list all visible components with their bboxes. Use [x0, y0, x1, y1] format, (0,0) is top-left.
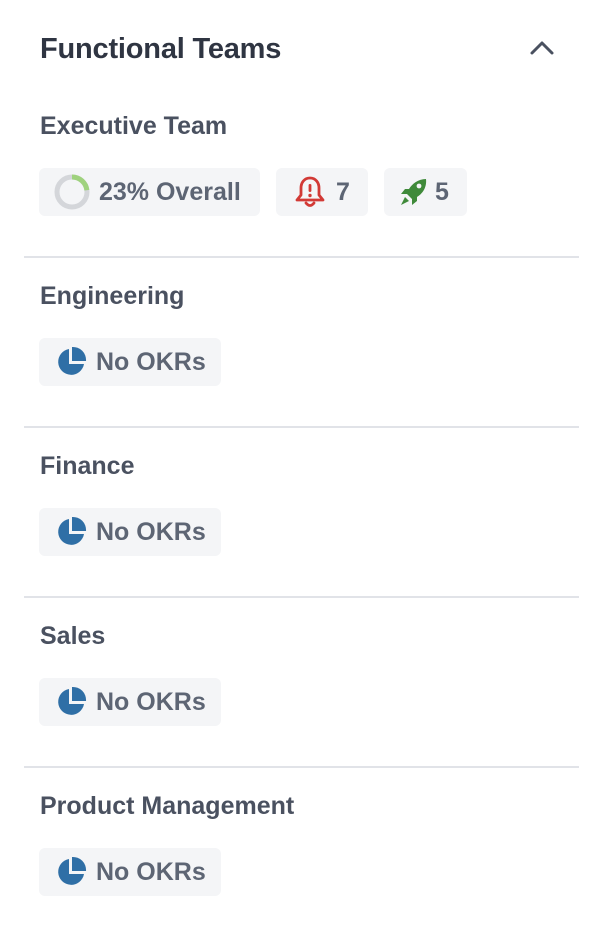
alerts-count: 7 — [336, 178, 350, 206]
no-okrs-label: No OKRs — [96, 688, 206, 716]
panel-header: Functional Teams — [40, 30, 560, 70]
team-finance: Finance No OKRs — [24, 450, 579, 560]
pie-chart-icon — [58, 516, 87, 545]
pie-chart-icon — [58, 346, 87, 375]
collapse-button[interactable] — [522, 32, 560, 66]
team-executive: Executive Team 23% Overall 7 5 — [24, 110, 579, 220]
team-engineering: Engineering No OKRs — [24, 280, 579, 390]
no-okrs-chip[interactable]: No OKRs — [39, 848, 221, 896]
overall-progress-label: 23% Overall — [99, 178, 241, 206]
chevron-up-icon — [530, 41, 554, 55]
no-okrs-chip[interactable]: No OKRs — [39, 678, 221, 726]
team-name: Sales — [40, 622, 106, 650]
team-sales: Sales No OKRs — [24, 620, 579, 730]
alert-bell-icon — [295, 176, 325, 207]
team-name: Executive Team — [40, 112, 228, 140]
team-name: Product Management — [40, 792, 295, 820]
panel-title: Functional Teams — [40, 33, 282, 65]
rocket-icon — [401, 179, 427, 205]
divider — [24, 766, 579, 768]
divider — [24, 426, 579, 428]
no-okrs-label: No OKRs — [96, 518, 206, 546]
functional-teams-panel: Functional Teams Executive Team 23% Over… — [0, 0, 598, 944]
progress-ring-icon — [54, 174, 90, 210]
no-okrs-chip[interactable]: No OKRs — [39, 338, 221, 386]
no-okrs-label: No OKRs — [96, 348, 206, 376]
divider — [24, 256, 579, 258]
overall-progress-chip[interactable]: 23% Overall — [39, 168, 260, 216]
team-product-management: Product Management No OKRs — [24, 790, 579, 900]
team-name: Engineering — [40, 282, 185, 310]
rockets-count: 5 — [435, 178, 449, 206]
alerts-chip[interactable]: 7 — [276, 168, 368, 216]
no-okrs-label: No OKRs — [96, 858, 206, 886]
pie-chart-icon — [58, 686, 87, 715]
pie-chart-icon — [58, 856, 87, 885]
no-okrs-chip[interactable]: No OKRs — [39, 508, 221, 556]
divider — [24, 596, 579, 598]
rockets-chip[interactable]: 5 — [384, 168, 467, 216]
team-name: Finance — [40, 452, 135, 480]
